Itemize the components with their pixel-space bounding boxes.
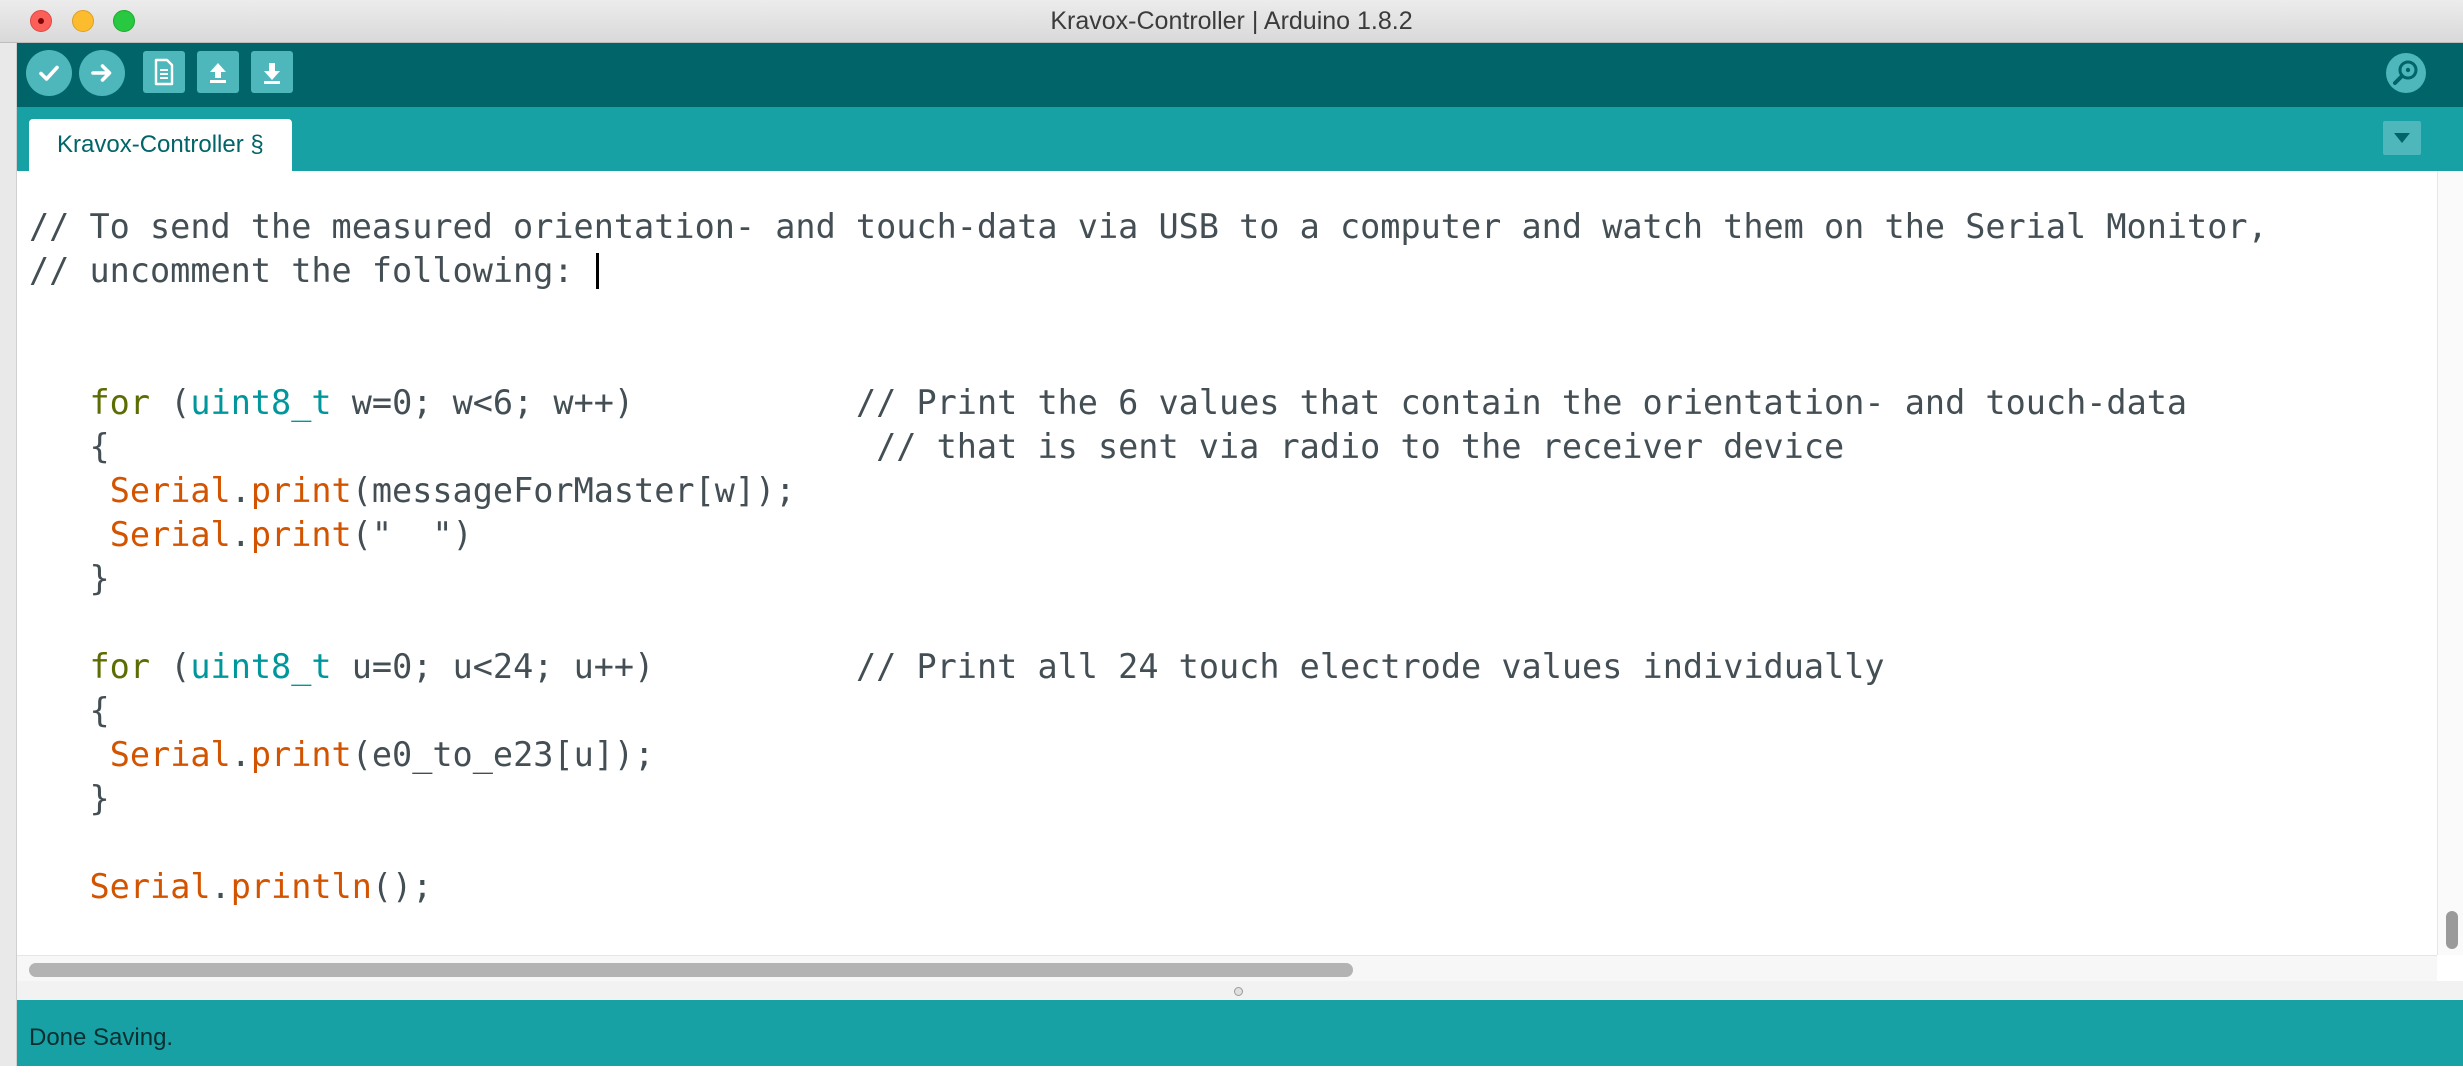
tab-kravox-controller[interactable]: Kravox-Controller § (29, 119, 292, 171)
code-line[interactable]: } (29, 777, 2268, 821)
verify-button[interactable] (26, 50, 72, 96)
vertical-scrollbar[interactable] (2437, 171, 2463, 955)
code-token: ( (150, 383, 191, 422)
arrow-up-icon (210, 63, 226, 83)
window-left-edge (0, 43, 17, 1066)
code-token: print (250, 735, 352, 774)
code-token: Serial (109, 515, 231, 554)
document-icon (154, 58, 174, 86)
tab-menu-button[interactable] (2383, 121, 2421, 155)
code-area[interactable]: // To send the measured orientation- and… (29, 205, 2268, 909)
code-token: for (89, 383, 151, 422)
code-line[interactable]: for (uint8_t w=0; w<6; w++) // Print the… (29, 381, 2268, 425)
code-line[interactable]: Serial.print(e0_to_e23[u]); (29, 733, 2268, 777)
code-line[interactable] (29, 337, 2268, 381)
code-line[interactable]: Serial.print(" ") (29, 513, 2268, 557)
text-cursor (595, 253, 599, 289)
checkmark-icon (39, 65, 59, 81)
code-line[interactable]: // To send the measured orientation- and… (29, 205, 2268, 249)
horizontal-scrollbar-thumb[interactable] (29, 963, 1353, 977)
code-line[interactable]: { // that is sent via radio to the recei… (29, 425, 2268, 469)
code-token: { (29, 691, 110, 730)
console-splitter[interactable] (17, 981, 2463, 1000)
code-token: w=0; w<6; w++) (331, 383, 856, 422)
window-title: Kravox-Controller | Arduino 1.8.2 (1050, 7, 1413, 35)
code-token: // To send the measured orientation- and… (29, 207, 2268, 246)
vertical-scrollbar-thumb[interactable] (2446, 911, 2458, 949)
code-line[interactable]: { (29, 689, 2268, 733)
code-line[interactable] (29, 601, 2268, 645)
code-token: Serial (109, 471, 231, 510)
code-token: // Print the 6 values that contain the o… (855, 383, 2188, 422)
code-token: // uncomment the following: (29, 251, 594, 290)
code-line[interactable]: // uncomment the following: (29, 249, 2268, 293)
arrow-right-icon (91, 64, 112, 82)
code-token: u=0; u<24; u++) (331, 647, 856, 686)
magnifier-icon (2386, 53, 2426, 93)
code-token: { (29, 427, 877, 466)
code-token: . (230, 471, 251, 510)
code-token: println (230, 867, 372, 906)
code-line[interactable] (29, 293, 2268, 337)
toolbar (17, 43, 2463, 107)
open-sketch-button[interactable] (197, 51, 239, 93)
code-token: Serial (109, 735, 231, 774)
code-token: (" ") (351, 515, 473, 554)
splitter-handle[interactable] (1234, 987, 1243, 996)
code-line[interactable]: } (29, 557, 2268, 601)
code-token: } (29, 559, 110, 598)
code-token: (messageForMaster[w]); (351, 471, 796, 510)
code-token: print (250, 515, 352, 554)
arrow-down-icon (264, 63, 280, 84)
code-token: . (230, 735, 251, 774)
serial-monitor-button[interactable] (2385, 52, 2427, 94)
triangle-down-icon (2394, 133, 2410, 143)
code-token: Serial (89, 867, 211, 906)
code-line[interactable] (29, 821, 2268, 865)
arduino-ide-window: Kravox-Controller | Arduino 1.8.2 Kravox… (0, 0, 2463, 1066)
tab-bar: Kravox-Controller § (17, 107, 2463, 171)
code-token: ( (150, 647, 191, 686)
code-token: (e0_to_e23[u]); (351, 735, 655, 774)
code-token: // that is sent via radio to the receive… (876, 427, 1845, 466)
code-line[interactable]: for (uint8_t u=0; u<24; u++) // Print al… (29, 645, 2268, 689)
code-token: . (210, 867, 231, 906)
save-sketch-button[interactable] (251, 51, 293, 93)
new-sketch-button[interactable] (143, 51, 185, 93)
code-line[interactable]: Serial.print(messageForMaster[w]); (29, 469, 2268, 513)
horizontal-scrollbar[interactable] (17, 955, 2437, 982)
code-line[interactable]: Serial.println(); (29, 865, 2268, 909)
upload-button[interactable] (79, 50, 125, 96)
code-editor[interactable]: // To send the measured orientation- and… (17, 171, 2437, 955)
code-token: } (29, 779, 110, 818)
tab-label: Kravox-Controller § (57, 131, 264, 158)
status-message: Done Saving. (29, 1024, 174, 1051)
code-token: . (230, 515, 251, 554)
status-bar: Done Saving. (17, 1000, 2463, 1066)
code-token: print (250, 471, 352, 510)
code-token: // Print all 24 touch electrode values i… (855, 647, 1885, 686)
code-token: (); (371, 867, 433, 906)
title-bar: Kravox-Controller | Arduino 1.8.2 (0, 0, 2463, 43)
code-token: uint8_t (190, 383, 332, 422)
code-token: uint8_t (190, 647, 332, 686)
code-token: for (89, 647, 151, 686)
